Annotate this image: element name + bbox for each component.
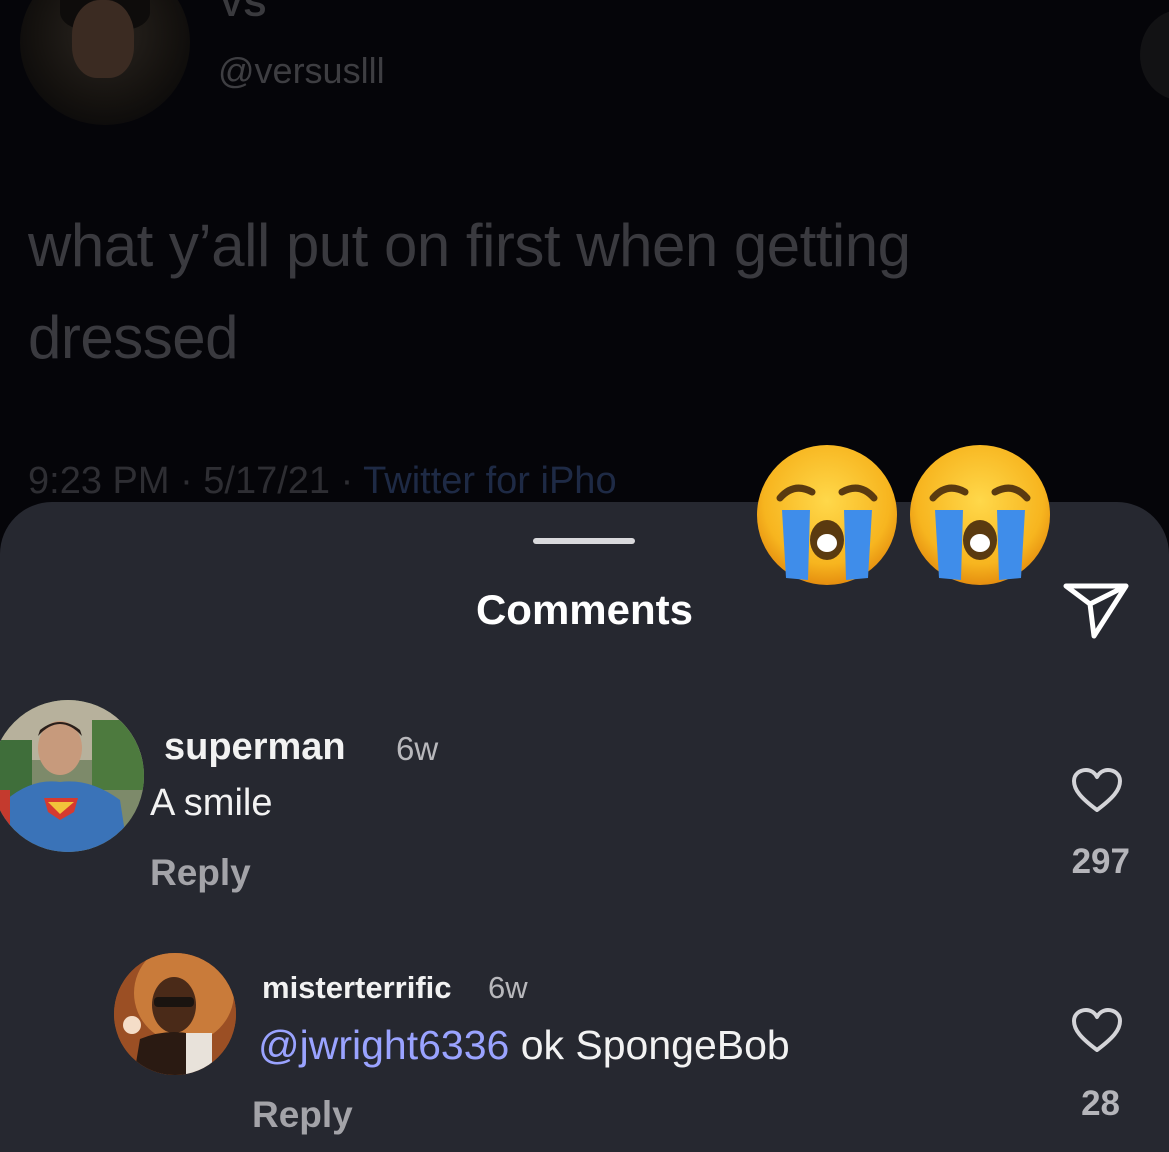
comment-username[interactable]: misterterrific [262,970,452,1006]
comment-avatar-misterterrific[interactable] [114,953,236,1075]
comment-timestamp: 6w [488,970,528,1005]
comments-title: Comments [475,586,694,633]
like-count: 297 [1071,842,1130,881]
heart-icon[interactable] [1071,768,1123,814]
tweet-side-avatar [1140,10,1169,100]
mention-link[interactable]: @jwright6336 [258,1022,509,1068]
comment-timestamp: 6w [396,730,439,767]
tweet-meta: 9:23 PM · 5/17/21 · Twitter for iPho [28,460,617,503]
tweet-text: what y’all put on first when getting dre… [28,212,911,371]
comment-text: @jwright6336 ok SpongeBob [258,1022,790,1069]
tweet-avatar[interactable] [20,0,190,125]
comment-username[interactable]: superman [164,726,346,769]
tweet-display-name[interactable]: VS [220,0,267,25]
reply-button[interactable]: Reply [150,852,251,894]
like-count: 28 [1081,1084,1120,1123]
tweet-handle[interactable]: @versuslll [218,50,385,92]
loudly-crying-face-icon [757,445,897,585]
send-icon[interactable] [1060,576,1132,642]
tweet-timestamp: 9:23 PM · 5/17/21 · [28,460,364,502]
sheet-drag-handle[interactable] [533,538,635,544]
misterterrific-avatar-image [114,953,236,1075]
loudly-crying-face-icon [910,445,1050,585]
tweet-source[interactable]: Twitter for iPho [363,460,616,502]
avatar-face [72,0,134,78]
heart-icon[interactable] [1071,1008,1123,1054]
comment-text: A smile [150,782,273,824]
comment-body: ok SpongeBob [509,1022,790,1068]
reply-button[interactable]: Reply [252,1094,353,1136]
